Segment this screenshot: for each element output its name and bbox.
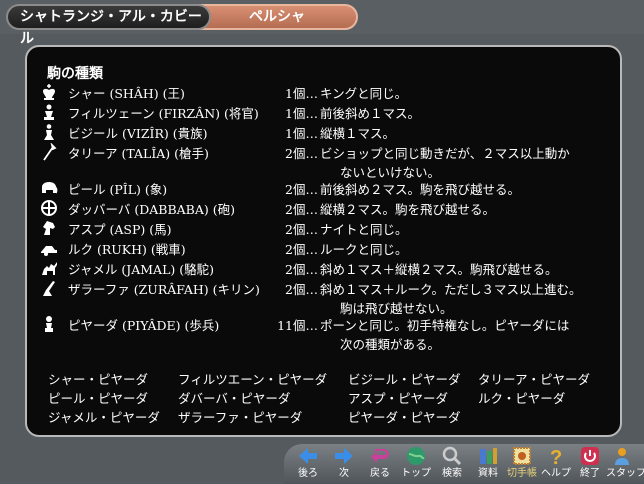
talia-piece-icon xyxy=(40,142,58,161)
giraffe-piece-icon xyxy=(40,279,58,297)
staff-icon xyxy=(606,446,638,468)
books-icon xyxy=(472,446,504,468)
piece-name: ピヤーダ (PIYÂDE) (歩兵) xyxy=(68,318,220,333)
horse-piece-icon xyxy=(40,219,58,237)
piece-description: ビショップと同じ動きだが、２マス以上動か xyxy=(320,146,570,161)
right-arrow-icon xyxy=(328,446,360,468)
pawn-type-item: ルク・ピヤーダ xyxy=(478,391,566,406)
piece-description: 縦横２マス。駒を飛び越せる。 xyxy=(320,202,496,217)
nav-next-button[interactable]: 次 xyxy=(328,446,360,484)
piece-name: ルク (RUKH) (戦車) xyxy=(68,242,186,257)
top-bar: ペルシャ シャトランジ・アル・カビール xyxy=(0,0,644,47)
piece-count: 2個… xyxy=(285,222,318,237)
stamp-icon xyxy=(506,446,538,468)
pawn-type-item: タリーア・ピヤーダ xyxy=(478,372,591,387)
nav-label: ヘルプ xyxy=(541,468,571,479)
nav-label: 戻る xyxy=(370,468,390,479)
nav-staff-button[interactable]: スタッフ xyxy=(606,446,644,484)
nav-label: 次 xyxy=(339,468,349,479)
nav-search-button[interactable]: 検索 xyxy=(436,446,468,484)
nav-materials-button[interactable]: 資料 xyxy=(472,446,504,484)
piece-count: 1個… xyxy=(285,106,318,121)
piece-name: タリーア (TALÎA) (槍手) xyxy=(68,146,209,161)
dabbaba-piece-icon xyxy=(40,199,58,217)
power-icon xyxy=(574,446,606,468)
piece-description: 前後斜め１マス。 xyxy=(320,106,421,121)
nav-return-button[interactable]: 戻る xyxy=(364,446,396,484)
vizier-piece-icon xyxy=(40,123,58,141)
pawn-type-item: ピール・ピヤーダ xyxy=(48,391,149,406)
nav-label: トップ xyxy=(401,468,431,479)
pawn-type-item: ビジール・ピヤーダ xyxy=(348,372,461,387)
question-icon: ? xyxy=(540,446,572,469)
tab-persia[interactable]: ペルシャ xyxy=(196,4,358,30)
nav-label: 後ろ xyxy=(298,468,318,479)
pawn-type-item: シャー・ピヤーダ xyxy=(48,372,149,387)
tab-shatranj[interactable]: シャトランジ・アル・カビール xyxy=(6,4,211,47)
pawn-type-item: ダバーバ・ピヤーダ xyxy=(178,391,291,406)
king-piece-icon xyxy=(40,83,58,101)
piece-name: シャー (SHÂH) (王) xyxy=(68,86,185,101)
elephant-piece-icon xyxy=(40,179,58,197)
nav-label: 検索 xyxy=(442,468,462,479)
globe-icon xyxy=(400,446,432,468)
piece-count: 2個… xyxy=(285,282,318,297)
pawn-type-item: アスプ・ピヤーダ xyxy=(348,391,449,406)
piece-name: ダッバーバ (DABBABA) (砲) xyxy=(68,202,235,217)
piece-name: アスプ (ASP) (馬) xyxy=(68,222,172,237)
piece-name: ザラーファ (ZURÂFAH) (キリン) xyxy=(68,282,260,297)
pawn-type-item: フィルツエーン・ピヤーダ xyxy=(178,372,328,387)
piece-name: ジャメル (JAMAL) (駱駝) xyxy=(68,262,214,277)
nav-label: 終了 xyxy=(580,468,600,479)
general-piece-icon xyxy=(40,103,58,121)
piece-description: ルークと同じ。 xyxy=(320,242,408,257)
magnifier-icon xyxy=(436,446,468,468)
nav-back-button[interactable]: 後ろ xyxy=(292,446,324,484)
return-arrow-icon xyxy=(364,446,396,468)
pawn-type-item: ピヤーダ・ピヤーダ xyxy=(348,410,461,425)
piece-count: 2個… xyxy=(285,182,318,197)
nav-kirifuda-button[interactable]: 切手帳 xyxy=(506,446,538,484)
piece-name: ピール (PÎL) (象) xyxy=(68,182,168,197)
nav-quit-button[interactable]: 終了 xyxy=(574,446,606,484)
piece-description: ポーンと同じ。初手特権なし。ピヤーダには xyxy=(320,318,570,333)
camel-piece-icon xyxy=(40,259,58,277)
piece-count: 2個… xyxy=(285,242,318,257)
piece-name: フィルツェーン (FIRZÂN) (将官) xyxy=(68,106,259,121)
piece-description: キングと同じ。 xyxy=(320,86,408,101)
piece-count: 11個… xyxy=(277,318,318,333)
pawn-type-item: ジャメル・ピヤーダ xyxy=(48,410,160,425)
chariot-piece-icon xyxy=(40,239,58,257)
piece-description: ナイトと同じ。 xyxy=(320,222,408,237)
svg-text:?: ? xyxy=(550,447,562,466)
piece-count: 1個… xyxy=(285,86,318,101)
piece-description-cont: 次の種類がある。 xyxy=(340,337,441,352)
nav-top-button[interactable]: トップ xyxy=(400,446,432,484)
piece-count: 2個… xyxy=(285,262,318,277)
piece-name: ビジール (VIZÎR) (貴族) xyxy=(68,126,208,141)
piece-description: 縦横１マス。 xyxy=(320,126,396,141)
piece-description: 前後斜め２マス。駒を飛び越せる。 xyxy=(320,182,521,197)
nav-label: 切手帳 xyxy=(507,468,537,479)
nav-label: スタッフ xyxy=(606,468,644,479)
piece-description: 斜め１マス＋縦横２マス。駒飛び越せる。 xyxy=(320,262,558,277)
pawn-type-item: ザラーファ・ピヤーダ xyxy=(178,410,303,425)
piece-count: 1個… xyxy=(285,126,318,141)
piece-description: 斜め１マス＋ルーク。ただし３マス以上進む。 xyxy=(320,282,582,297)
left-arrow-icon xyxy=(292,446,324,468)
pawn-piece-icon xyxy=(40,315,58,333)
nav-label: 資料 xyxy=(478,468,498,479)
piece-count: 2個… xyxy=(285,146,318,161)
nav-help-button[interactable]: ? ヘルプ xyxy=(540,446,572,484)
piece-count: 2個… xyxy=(285,202,318,217)
section-heading: 駒の種類 xyxy=(47,66,103,82)
